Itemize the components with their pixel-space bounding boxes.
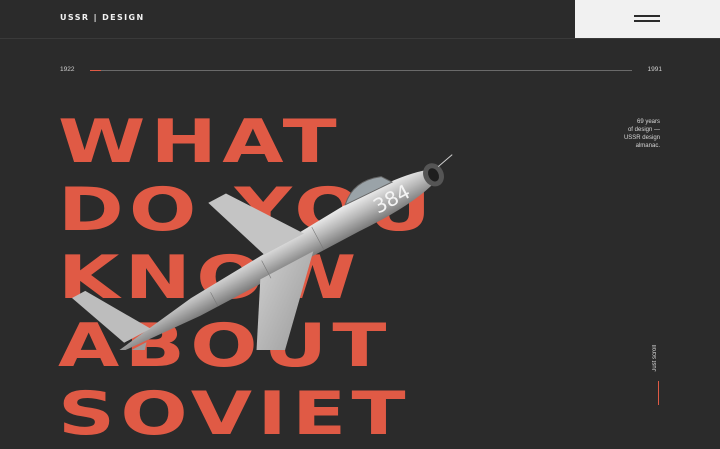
- scroll-hint-label: Just scroll: [652, 345, 658, 372]
- menu-button[interactable]: [575, 0, 720, 38]
- caption-line: of design —: [627, 127, 660, 133]
- site-logo[interactable]: USSR | DESIGN: [60, 13, 145, 22]
- intro-caption: 69 years of design — USSR design almanac…: [610, 118, 660, 150]
- headline-line: SOVIET: [58, 379, 411, 449]
- caption-line: almanac.: [635, 143, 660, 149]
- fighter-jet-illustration: 384: [71, 154, 453, 350]
- timeline-end-year: 1991: [647, 66, 662, 73]
- timeline-progress: [90, 70, 101, 71]
- hamburger-icon: [634, 15, 660, 25]
- timeline-start-year: 1922: [60, 66, 75, 73]
- top-bar: USSR | DESIGN: [0, 0, 720, 39]
- timeline-track[interactable]: [90, 70, 632, 71]
- scroll-indicator-line: [658, 381, 659, 405]
- year-timeline: 1922 1991: [60, 66, 662, 76]
- caption-line: 69 years: [636, 119, 660, 125]
- scroll-hint[interactable]: Just scroll: [652, 345, 666, 405]
- caption-line: USSR design: [623, 135, 660, 141]
